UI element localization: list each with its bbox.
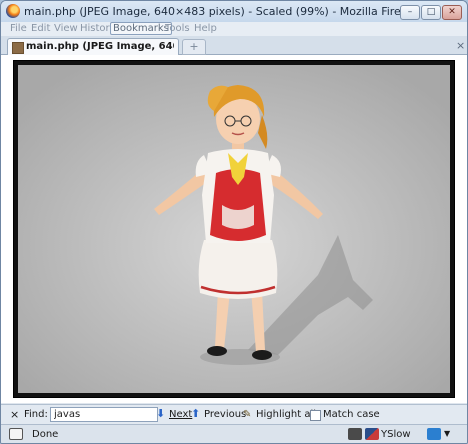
find-label: Find: — [24, 409, 48, 420]
menu-file[interactable]: File — [10, 23, 27, 34]
tab-bar: main.php (JPEG Image, 640×483 pixe... + … — [1, 36, 467, 55]
status-text: Done — [32, 429, 59, 440]
match-case-label: Match case — [323, 409, 380, 420]
displayed-image[interactable] — [18, 65, 450, 393]
addon-icon[interactable] — [427, 428, 441, 440]
arrow-up-icon: ⬆ — [191, 407, 201, 420]
maximize-button[interactable]: □ — [421, 5, 441, 20]
find-previous-button[interactable]: Previous — [204, 409, 246, 420]
title-bar[interactable]: main.php (JPEG Image, 640×483 pixels) - … — [1, 1, 467, 22]
menu-tools[interactable]: Tools — [165, 23, 190, 34]
arrow-down-icon: ⬇ — [156, 407, 166, 420]
yslow-icon[interactable] — [365, 428, 379, 440]
close-window-button[interactable]: ✕ — [442, 5, 462, 20]
yslow-label[interactable]: YSlow — [381, 429, 411, 440]
menu-edit[interactable]: Edit — [31, 23, 50, 34]
page-status-icon — [9, 428, 23, 440]
addon-gear-icon[interactable] — [348, 428, 362, 440]
tab-main-php[interactable]: main.php (JPEG Image, 640×483 pixe... — [7, 38, 179, 55]
new-tab-button[interactable]: + — [182, 39, 206, 55]
match-case-checkbox[interactable] — [310, 410, 321, 421]
close-tab-button[interactable]: × — [456, 39, 465, 52]
chevron-down-icon[interactable]: ▼ — [444, 429, 450, 438]
menu-view[interactable]: View — [54, 23, 78, 34]
highlight-all-button[interactable]: Highlight all — [256, 409, 316, 420]
status-bar: Done YSlow ▼ — [1, 424, 467, 443]
find-input[interactable] — [50, 407, 158, 422]
image-frame — [13, 60, 455, 398]
character-render-illustration — [18, 65, 450, 393]
firefox-logo-icon — [6, 4, 20, 18]
highlighter-icon: ✎ — [243, 409, 252, 420]
menu-help[interactable]: Help — [194, 23, 217, 34]
minimize-button[interactable]: – — [400, 5, 420, 20]
window-title: main.php (JPEG Image, 640×483 pixels) - … — [24, 5, 418, 18]
browser-window: main.php (JPEG Image, 640×483 pixels) - … — [0, 0, 468, 444]
page-content — [1, 55, 467, 403]
image-file-icon — [12, 42, 24, 54]
menu-bar: File Edit View History Bookmarks Tools H… — [1, 22, 467, 36]
tab-label: main.php (JPEG Image, 640×483 pixe... — [26, 41, 174, 52]
menu-bookmarks[interactable]: Bookmarks — [110, 22, 172, 35]
find-next-button[interactable]: Next — [169, 409, 192, 420]
find-bar: × Find: ⬇ Next ⬆ Previous ✎ Highlight al… — [1, 404, 467, 424]
find-close-button[interactable]: × — [10, 408, 19, 421]
